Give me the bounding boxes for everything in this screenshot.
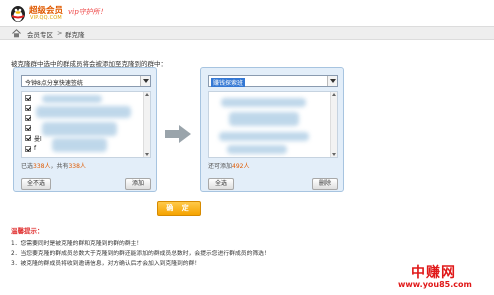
member-checkbox[interactable] xyxy=(25,146,31,152)
redaction-blur xyxy=(227,145,287,154)
scroll-up-icon[interactable] xyxy=(145,93,149,96)
tip-item: 1．您需要同时是被克隆的群和克隆到的群的群主！ xyxy=(11,241,143,247)
breadcrumb-item-group-clone: 群克隆 xyxy=(65,31,85,39)
member-checkbox[interactable] xyxy=(25,105,31,111)
confirm-button[interactable]: 确 定 xyxy=(157,201,201,216)
arrow-right-icon xyxy=(165,125,191,143)
redaction-blur xyxy=(219,132,309,141)
watermark-url: www.you85.com xyxy=(398,280,472,289)
member-name: f xyxy=(34,145,37,152)
deselect-all-button[interactable]: 全不选 xyxy=(21,178,51,190)
member-list-scrollbar[interactable] xyxy=(330,92,337,157)
tips-title: 温馨提示： xyxy=(11,227,44,235)
source-group-selected: 今钟8点分享快速签统 xyxy=(25,80,83,87)
target-member-list[interactable] xyxy=(208,91,338,158)
source-group-panel: 今钟8点分享快速签统 曼l f 已选338人，共有338人 全不选 添加 xyxy=(13,67,157,192)
redaction-blur xyxy=(52,138,107,152)
target-group-panel: 赚钱探索班 还可添加492人 全选 删除 xyxy=(200,67,344,192)
tip-item: 2．当您要克隆的群成员总数大于克隆到的群还能添加的群成员总数时，会提示您进行群成… xyxy=(11,251,270,257)
chevron-down-icon[interactable] xyxy=(327,76,337,86)
member-checkbox[interactable] xyxy=(25,115,31,121)
member-name: 曼l xyxy=(34,136,42,143)
member-checkbox[interactable] xyxy=(25,125,31,131)
scroll-up-icon[interactable] xyxy=(332,93,336,96)
breadcrumb-item-member-zone[interactable]: 会员专区 xyxy=(27,29,53,39)
redaction-blur xyxy=(229,112,299,126)
logo-slogan: vip守护所！ xyxy=(68,8,107,16)
breadcrumb-separator: > xyxy=(57,29,63,37)
top-bar: 超级会员 VIP.QQ.COM vip守护所！ xyxy=(0,0,494,26)
available-count: 还可添加492人 xyxy=(208,163,250,170)
selection-count: 已选338人，共有338人 xyxy=(21,163,86,170)
redaction-blur xyxy=(36,106,131,118)
logo-subtitle: VIP.QQ.COM xyxy=(30,15,62,21)
watermark-brand: 中赚网 xyxy=(411,265,456,281)
select-all-button[interactable]: 全选 xyxy=(208,178,234,190)
delete-button[interactable]: 删除 xyxy=(312,178,338,190)
qq-penguin-logo-icon xyxy=(11,6,25,22)
member-checkbox[interactable] xyxy=(25,135,31,141)
redaction-blur xyxy=(42,95,102,103)
tip-item: 3．被克隆的群成员将收到邀请信息，对方确认后才会加入到克隆到的群！ xyxy=(11,261,201,267)
target-group-select[interactable]: 赚钱探索班 xyxy=(208,75,338,87)
breadcrumb: 会员专区 > 群克隆 xyxy=(0,26,494,40)
home-icon[interactable] xyxy=(12,29,21,38)
redaction-blur xyxy=(221,98,306,107)
redaction-blur xyxy=(42,122,117,136)
source-member-list[interactable]: 曼l f xyxy=(21,91,151,158)
scroll-down-icon[interactable] xyxy=(332,153,336,156)
member-checkbox[interactable] xyxy=(25,95,31,101)
source-group-select[interactable]: 今钟8点分享快速签统 xyxy=(21,75,151,87)
target-group-selected: 赚钱探索班 xyxy=(211,78,246,87)
scroll-down-icon[interactable] xyxy=(145,153,149,156)
chevron-down-icon[interactable] xyxy=(140,76,150,86)
member-list-scrollbar[interactable] xyxy=(143,92,150,157)
add-button[interactable]: 添加 xyxy=(125,178,151,190)
